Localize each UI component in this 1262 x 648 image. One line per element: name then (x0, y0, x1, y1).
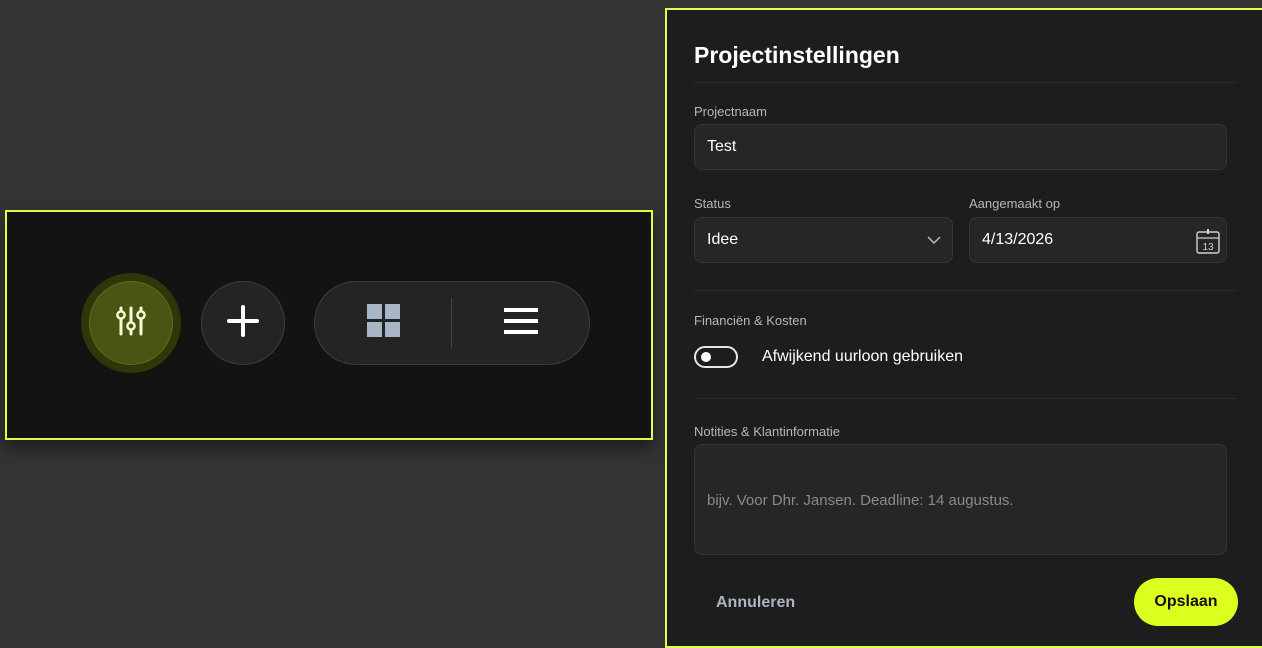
calendar-icon[interactable]: 13 (1195, 227, 1221, 260)
toggle-knob (701, 352, 711, 362)
title-divider (694, 82, 1237, 83)
project-name-label: Projectnaam (694, 104, 767, 119)
list-view-button[interactable] (452, 282, 589, 364)
notes-label: Notities & Klantinformatie (694, 424, 840, 439)
save-button[interactable]: Opslaan (1134, 578, 1238, 626)
plus-icon (226, 304, 260, 343)
status-select[interactable]: Idee (694, 217, 953, 263)
grid-view-button[interactable] (315, 282, 451, 364)
list-view-icon (503, 307, 538, 340)
grid-view-icon (366, 304, 400, 342)
finance-section-label: Financiën & Kosten (694, 313, 807, 328)
notes-placeholder: bijv. Voor Dhr. Jansen. Deadline: 14 aug… (707, 492, 1014, 509)
view-mode-toggle (314, 281, 590, 365)
created-date-value: 4/13/2026 (982, 231, 1054, 248)
cancel-button[interactable]: Annuleren (716, 594, 795, 612)
chevron-down-icon (926, 232, 942, 253)
custom-rate-toggle[interactable] (694, 346, 738, 368)
created-date-label: Aangemaakt op (969, 196, 1061, 211)
project-name-value: Test (707, 138, 737, 155)
sliders-icon (114, 304, 148, 343)
project-settings-dialog: Projectinstellingen Projectnaam Test Sta… (665, 8, 1262, 648)
calendar-day: 13 (1202, 242, 1214, 253)
dialog-title: Projectinstellingen (694, 42, 900, 68)
status-label: Status (694, 196, 731, 211)
add-button[interactable] (201, 281, 285, 365)
save-button-label: Opslaan (1154, 593, 1218, 610)
filter-button[interactable] (89, 281, 173, 365)
section-divider-1 (694, 290, 1237, 291)
project-name-input[interactable]: Test (694, 124, 1227, 170)
created-date-input[interactable]: 4/13/2026 13 (969, 217, 1227, 263)
section-divider-2 (694, 398, 1237, 399)
view-toolbar (5, 210, 653, 440)
status-value: Idee (707, 231, 739, 248)
custom-rate-label: Afwijkend uurloon gebruiken (762, 348, 964, 365)
notes-textarea[interactable]: bijv. Voor Dhr. Jansen. Deadline: 14 aug… (694, 444, 1227, 555)
